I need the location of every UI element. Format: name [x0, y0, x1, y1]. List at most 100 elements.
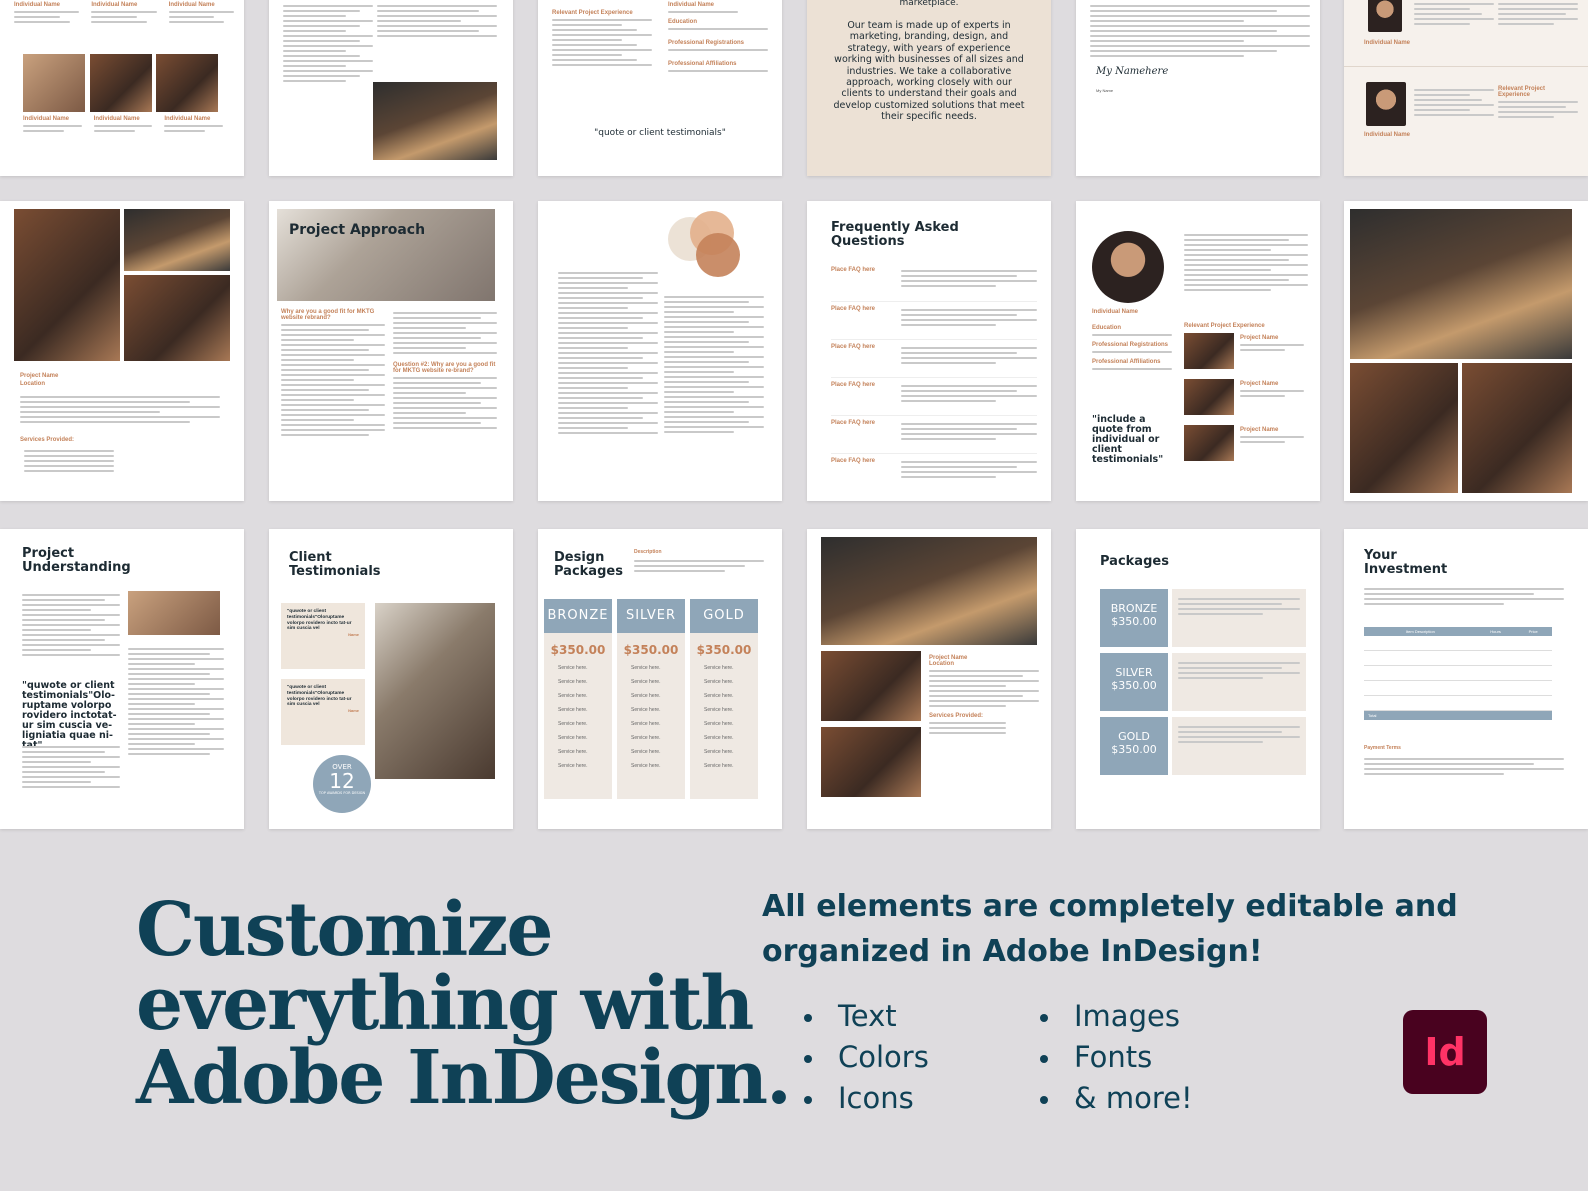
- project-photo: [821, 537, 1037, 645]
- services-label: Services Provided:: [20, 437, 75, 443]
- page-letter: My Namehere My Name: [1076, 0, 1320, 176]
- exp-photo: [1184, 333, 1234, 369]
- investment-title: Your Investment: [1364, 548, 1448, 577]
- project-location: Location: [929, 661, 954, 667]
- package-service: Service here.: [704, 665, 734, 671]
- exp-project-name: Project Name: [1240, 427, 1279, 433]
- exp-project-name: Project Name: [1240, 335, 1279, 341]
- faq-item: Place FAQ here: [831, 377, 1037, 415]
- education-label: Education: [668, 19, 698, 25]
- faq-question: Place FAQ here: [831, 382, 876, 388]
- payment-terms: Payment Terms: [1364, 745, 1401, 751]
- package-service: Service here.: [558, 749, 588, 755]
- signature: My Namehere: [1096, 66, 1169, 77]
- project-photo: [124, 275, 230, 361]
- feature-item: Text: [804, 996, 929, 1037]
- package-column: SILVER $350.00 Service here. Service here. S…: [617, 599, 685, 799]
- office-photo: [373, 82, 497, 160]
- headline-line: Adobe InDesign.: [136, 1035, 792, 1121]
- faq-title: Frequently Asked Questions: [831, 220, 959, 249]
- package-tier: SILVER: [617, 599, 685, 633]
- exp-project-name: Project Name: [1240, 381, 1279, 387]
- about-text: Our team is made up of experts in market…: [833, 20, 1025, 123]
- project-photo: [821, 727, 921, 797]
- approach-q2: Question #2: Why are you a good fit for …: [393, 362, 496, 374]
- package-description: [1172, 717, 1306, 775]
- faq-item: Place FAQ here: [831, 339, 1037, 377]
- page-testimonials: Client Testimonials "quwote or client te…: [269, 529, 513, 829]
- package-service: Service here.: [631, 721, 661, 727]
- package-column: GOLD $350.00 Service here. Service here. Ser…: [690, 599, 758, 799]
- package-tier: GOLD: [690, 599, 758, 633]
- package-button: BRONZE $350.00: [1100, 589, 1168, 647]
- faq-question: Place FAQ here: [831, 306, 876, 312]
- team-name: Individual Name: [164, 116, 211, 122]
- design-packages-title: Design Packages: [554, 550, 623, 579]
- package-description: [1172, 653, 1306, 711]
- package-service: Service here.: [704, 735, 734, 741]
- package-service: Service here.: [558, 763, 588, 769]
- understanding-quote: "quwote or client testimonials"Olo-rupta…: [22, 680, 117, 751]
- signer-name: My Name: [1096, 88, 1114, 93]
- exp-photo: [1184, 425, 1234, 461]
- package-column: BRONZE $350.00 Service here. Service here. S…: [544, 599, 612, 799]
- bio-quote: "include a quote from individual or clie…: [1092, 414, 1164, 465]
- faq-item: Place FAQ here: [831, 453, 1037, 491]
- page-bio: Individual Name Education Professional R…: [1076, 201, 1320, 501]
- faq-question: Place FAQ here: [831, 267, 876, 273]
- package-description: [1172, 589, 1306, 647]
- design-packages-desc: Description: [634, 549, 662, 555]
- kitchen-photo: [1462, 363, 1572, 493]
- package-button: GOLD $350.00: [1100, 717, 1168, 775]
- bio-photo: [1366, 82, 1406, 126]
- page-services: [269, 0, 513, 176]
- feature-item: Fonts: [1040, 1037, 1193, 1078]
- team-name: Individual Name: [23, 116, 70, 122]
- circle-deco: [696, 233, 740, 277]
- package-price: $350.00: [1111, 742, 1157, 756]
- bio-experience-label: Relevant Project Experience: [1498, 86, 1546, 98]
- bio-name: Individual Name: [1364, 132, 1411, 138]
- table-total: Total: [1364, 711, 1552, 720]
- package-service: Service here.: [631, 763, 661, 769]
- packages-title: Packages: [1100, 554, 1169, 569]
- page-packages: Packages BRONZE $350.00 SILVER $350.00 GOLD $…: [1076, 529, 1320, 829]
- package-service: Service here.: [631, 665, 661, 671]
- affiliations-label: Professional Affiliations: [668, 61, 737, 67]
- package-tier: BRONZE: [544, 599, 612, 633]
- package-service: Service here.: [631, 679, 661, 685]
- package-price: $350.00: [696, 643, 752, 657]
- page-team: Individual Name Individual Name Individu…: [0, 0, 244, 176]
- testimonial-photo: [375, 603, 495, 779]
- testimonial-quote: "quote or client testimonials": [594, 128, 726, 138]
- package-service: Service here.: [704, 693, 734, 699]
- package-service: Service here.: [558, 679, 588, 685]
- investment-table: Item Description Hours Price Total: [1364, 627, 1552, 720]
- page-bios: Individual Name Individual Name Relevant…: [1344, 0, 1588, 176]
- feature-item: Colors: [804, 1037, 929, 1078]
- bio-experience-label: Relevant Project Experience: [1184, 323, 1265, 329]
- relevant-experience-label: Relevant Project Experience: [552, 10, 633, 16]
- kitchen-photo: [1350, 363, 1458, 493]
- bio-photo: [1092, 231, 1164, 303]
- team-name: Individual Name: [93, 116, 140, 122]
- package-button: SILVER $350.00: [1100, 653, 1168, 711]
- feature-item: Images: [1040, 996, 1193, 1037]
- faq-question: Place FAQ here: [831, 458, 876, 464]
- page-project-a: Project Name Location Services Provided:: [0, 201, 244, 501]
- badge-sub: TOP AWARDS FOR DESIGN: [318, 791, 366, 795]
- exp-photo: [1184, 379, 1234, 415]
- kitchen-photo: [1350, 209, 1572, 359]
- team-name: Individual Name: [168, 2, 215, 8]
- col-hours: Hours: [1490, 629, 1501, 634]
- bio-name: Individual Name: [1092, 309, 1139, 315]
- page-kitchen: [1344, 201, 1588, 501]
- services-label: Services Provided:: [929, 713, 984, 719]
- page-about: marketplace. Our team is made up of expe…: [807, 0, 1051, 176]
- package-service: Service here.: [704, 707, 734, 713]
- testimonial-quote: "quwote or client testimonials"Oloruptam…: [287, 609, 352, 632]
- feature-item: Icons: [804, 1078, 929, 1119]
- badge-number: 12: [329, 769, 355, 793]
- page-understanding: Project Understanding "quwote or client …: [0, 529, 244, 829]
- awards-badge: OVER 12 TOP AWARDS FOR DESIGN: [313, 755, 371, 813]
